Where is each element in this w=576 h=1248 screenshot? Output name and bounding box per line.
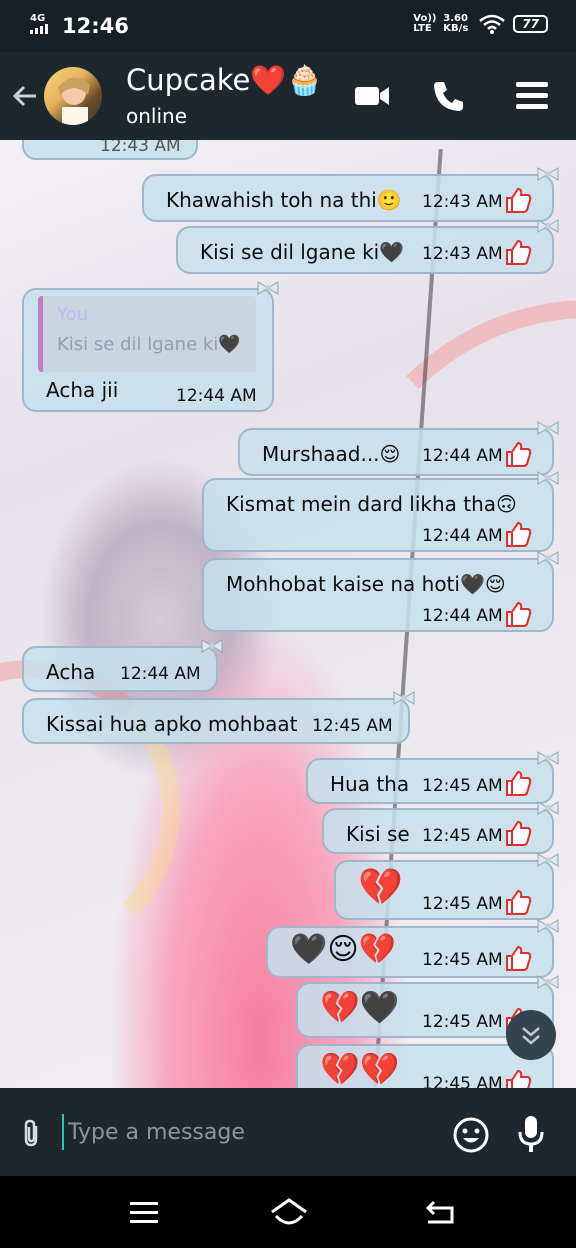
bow-icon (201, 639, 223, 653)
emoji-icon[interactable] (452, 1116, 490, 1154)
back-arrow-icon[interactable] (8, 78, 44, 114)
message-text: Hua tha (330, 772, 410, 796)
bow-icon (537, 751, 559, 765)
message-text: Kissai hua apko mohbaat (46, 712, 298, 736)
message-text: Acha jii (46, 378, 119, 402)
net-speed: 3.60 KB/s (443, 13, 469, 34)
wifi-icon (479, 14, 506, 34)
message-bubble-incoming[interactable]: You Kisi se dil lgane ki🖤 Acha jii 12:44… (22, 281, 279, 412)
menu-icon[interactable] (512, 76, 552, 116)
message-time: 12:43 AM (100, 140, 181, 156)
message-text: 🖤😌💔 (290, 932, 396, 967)
thumbs-up-icon (506, 1069, 532, 1088)
message-bubble-partial[interactable]: 12:43 AM (22, 140, 198, 160)
network-indicator: 4G (30, 14, 50, 34)
message-time: 12:43 AM (422, 192, 503, 212)
scroll-to-bottom-button[interactable] (506, 1010, 556, 1060)
chat-header: Cupcake❤️🧁 online (0, 52, 576, 140)
bow-icon (537, 919, 559, 933)
message-bubble-outgoing[interactable]: Hua tha 12:45 AM (306, 751, 559, 804)
message-time: 12:44 AM (120, 664, 201, 684)
thumbs-up-icon (506, 601, 532, 627)
message-text: Kismat mein dard likha tha🙃 (226, 492, 517, 516)
thumbs-up-icon (506, 770, 532, 796)
message-time: 12:44 AM (422, 526, 503, 546)
bow-icon (537, 551, 559, 565)
message-time: 12:43 AM (422, 244, 503, 264)
bow-icon (537, 801, 559, 815)
bow-icon (537, 219, 559, 233)
bow-icon (257, 281, 279, 295)
chat-area[interactable]: 12:43 AM Khawahish toh na thi🙂 12:43 AM … (0, 140, 576, 1088)
message-text: 💔 (358, 867, 403, 908)
message-time: 12:45 AM (422, 1074, 503, 1088)
system-nav-bar (0, 1176, 576, 1248)
message-time: 12:44 AM (422, 446, 503, 466)
message-text: Kisi se (346, 822, 410, 846)
message-bubble-outgoing[interactable]: Kisi se 12:45 AM (322, 801, 559, 854)
home-icon[interactable] (268, 1194, 310, 1230)
message-time: 12:45 AM (422, 776, 503, 796)
thumbs-up-icon (506, 441, 532, 467)
message-text: Mohhobat kaise na hoti🖤😌 (226, 572, 506, 596)
bow-icon (537, 421, 559, 435)
double-chevron-down-icon (522, 1027, 540, 1045)
bow-icon (537, 471, 559, 485)
status-right: Vo)) LTE 3.60 KB/s 77 (413, 14, 548, 34)
thumbs-up-icon (506, 239, 532, 265)
message-time: 12:44 AM (176, 386, 257, 406)
thumbs-up-icon (506, 889, 532, 915)
message-text: Murshaad...😌 (262, 442, 401, 466)
message-bubble-outgoing[interactable]: 🖤😌💔 12:45 AM (266, 919, 559, 978)
quote-author: You (57, 304, 89, 325)
message-bubble-outgoing[interactable]: Kisi se dil lgane ki🖤 12:43 AM (176, 219, 559, 274)
bow-icon (393, 691, 415, 705)
message-composer (0, 1088, 576, 1176)
battery-icon: 77 (513, 15, 548, 33)
paperclip-icon[interactable] (20, 1118, 44, 1148)
message-bubble-outgoing[interactable]: Khawahish toh na thi🙂 12:43 AM (142, 167, 559, 222)
message-bubble-outgoing[interactable]: 💔 12:45 AM (334, 853, 559, 920)
status-bar: 4G 12:46 Vo)) LTE 3.60 KB/s 77 (0, 0, 576, 52)
volte-label: Vo)) LTE (413, 13, 437, 34)
message-bubble-outgoing[interactable]: Mohhobat kaise na hoti🖤😌 12:44 AM (202, 551, 559, 632)
message-time: 12:45 AM (312, 716, 393, 736)
bow-icon (537, 975, 559, 989)
thumbs-up-icon (506, 187, 532, 213)
back-icon[interactable] (422, 1194, 458, 1230)
network-type: 4G (30, 13, 46, 24)
message-bubble-outgoing[interactable]: Murshaad...😌 12:44 AM (238, 421, 559, 476)
quote-text: Kisi se dil lgane ki🖤 (57, 334, 241, 355)
video-call-icon[interactable] (352, 76, 392, 116)
message-text: 💔💔 (320, 1050, 400, 1088)
phone-icon[interactable] (428, 76, 468, 116)
bow-icon (537, 167, 559, 181)
message-bubble-incoming[interactable]: Kissai hua apko mohbaat 12:45 AM (22, 691, 415, 744)
message-time: 12:45 AM (422, 894, 503, 914)
avatar[interactable] (44, 67, 102, 125)
contact-name[interactable]: Cupcake❤️🧁 (126, 63, 323, 98)
bow-icon (537, 853, 559, 867)
message-text: Kisi se dil lgane ki🖤 (200, 240, 405, 264)
message-time: 12:44 AM (422, 606, 503, 626)
signal-icon (30, 24, 48, 34)
thumbs-up-icon (506, 820, 532, 846)
message-bubble-outgoing[interactable]: Kismat mein dard likha tha🙃 12:44 AM (202, 471, 559, 552)
message-time: 12:45 AM (422, 826, 503, 846)
thumbs-up-icon (506, 521, 532, 547)
message-text: 💔🖤 (320, 988, 400, 1026)
clock: 12:46 (62, 14, 129, 38)
message-time: 12:45 AM (422, 950, 503, 970)
thumbs-up-icon (506, 945, 532, 971)
message-input[interactable] (62, 1114, 382, 1150)
microphone-icon[interactable] (516, 1114, 546, 1154)
message-text: Khawahish toh na thi🙂 (166, 188, 402, 212)
message-time: 12:45 AM (422, 1012, 503, 1032)
recent-apps-icon[interactable] (126, 1194, 162, 1230)
contact-status: online (126, 104, 188, 128)
message-text: Acha (46, 660, 96, 684)
quoted-message[interactable]: You Kisi se dil lgane ki🖤 (38, 296, 256, 372)
message-bubble-incoming[interactable]: Acha 12:44 AM (22, 639, 223, 692)
